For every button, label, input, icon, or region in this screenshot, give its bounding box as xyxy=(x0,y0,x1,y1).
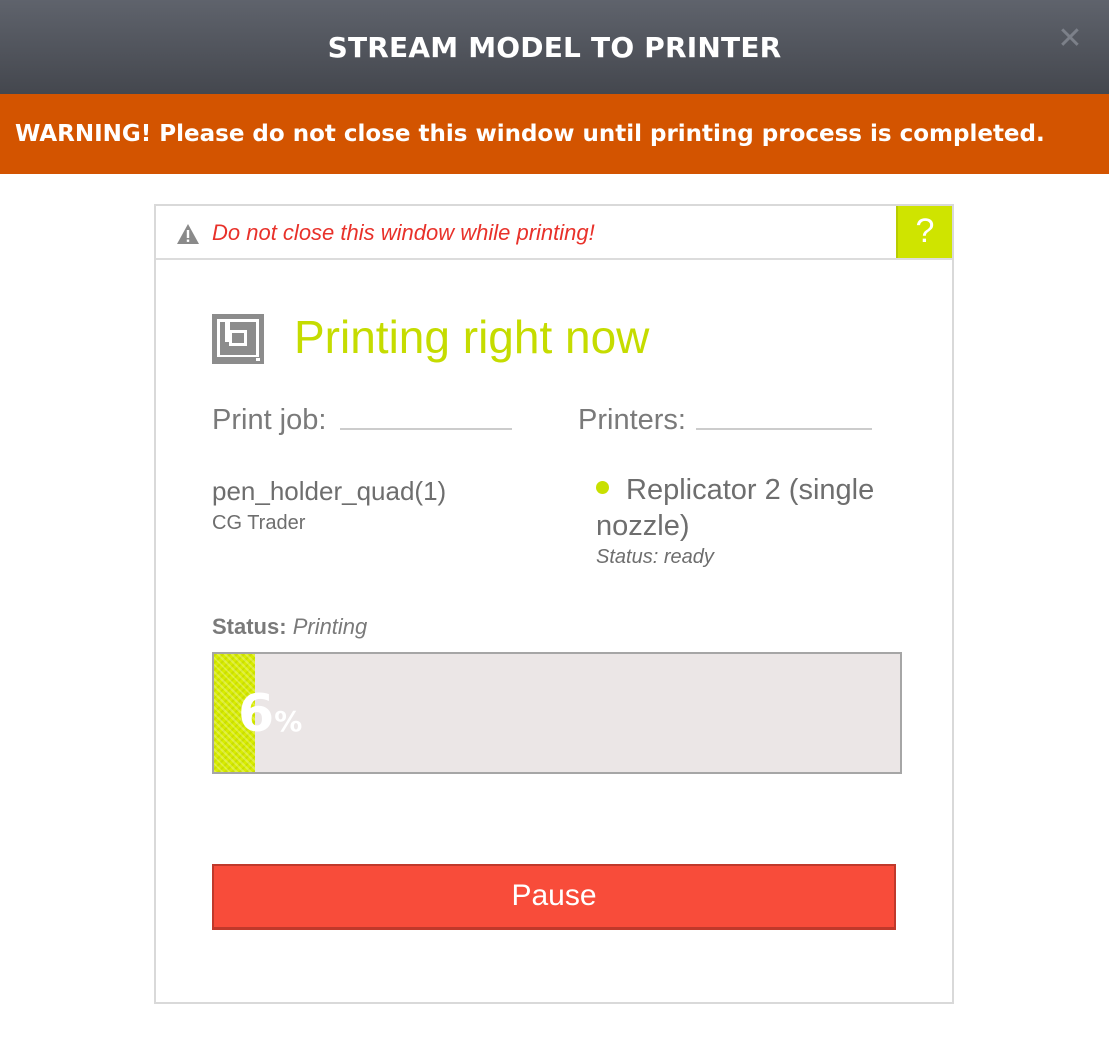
window-titlebar: STREAM MODEL TO PRINTER ✕ xyxy=(0,0,1109,94)
status-value: Printing xyxy=(292,614,368,639)
print-job-divider xyxy=(340,428,512,430)
window-title: STREAM MODEL TO PRINTER xyxy=(327,30,782,64)
progress-bar: 6% xyxy=(212,652,902,774)
printer-name: Replicator 2 (single nozzle) xyxy=(596,474,875,542)
warning-text: WARNING! Please do not close this window… xyxy=(15,121,1045,147)
status-key: Status: xyxy=(212,614,287,639)
help-button[interactable]: ? xyxy=(896,206,952,258)
print-job-label: Print job: xyxy=(212,404,327,436)
warning-triangle-icon xyxy=(177,224,199,244)
job-source: CG Trader xyxy=(212,512,306,534)
progress-value: 6 xyxy=(238,684,275,744)
job-status: Status: Printing xyxy=(212,614,367,640)
progress-label: 6% xyxy=(238,684,302,744)
alert-text: Do not close this window while printing! xyxy=(212,220,595,245)
printers-divider xyxy=(696,428,872,430)
printing-heading: Printing right now xyxy=(294,311,650,363)
warning-banner: WARNING! Please do not close this window… xyxy=(0,94,1109,174)
close-icon[interactable]: ✕ xyxy=(1057,24,1083,54)
print-panel: Do not close this window while printing!… xyxy=(154,204,954,1004)
printer-icon xyxy=(212,314,264,364)
printer-status: Status: ready xyxy=(596,546,714,568)
progress-percent-sign: % xyxy=(274,705,303,738)
panel-header: Do not close this window while printing!… xyxy=(156,206,952,260)
pause-button[interactable]: Pause xyxy=(212,864,896,930)
job-name: pen_holder_quad(1) xyxy=(212,476,447,506)
printers-label: Printers: xyxy=(578,404,686,436)
